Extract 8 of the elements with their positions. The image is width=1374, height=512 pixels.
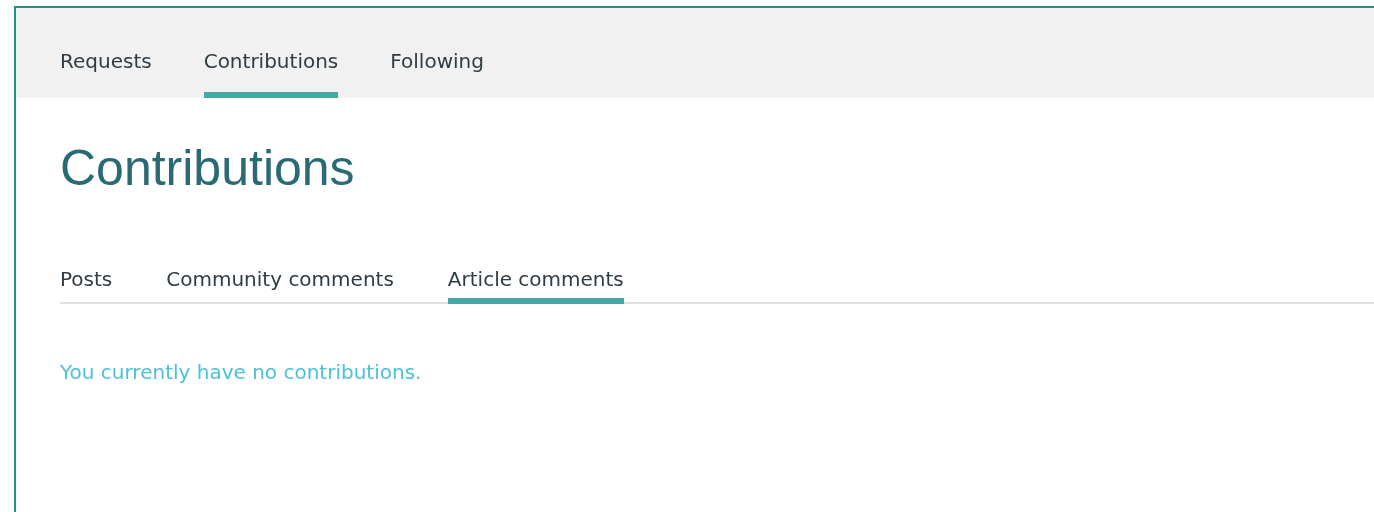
content-tab[interactable]: Article comments bbox=[447, 260, 624, 304]
page-title: Contributions bbox=[60, 139, 356, 198]
content-tab[interactable]: Community comments bbox=[166, 260, 394, 304]
empty-message: You currently have no contributions. bbox=[60, 360, 423, 384]
content-tab[interactable]: Posts bbox=[60, 260, 113, 304]
nav-tab[interactable]: Following bbox=[390, 8, 484, 98]
nav-tab[interactable]: Requests bbox=[60, 8, 152, 98]
nav-tab[interactable]: Contributions bbox=[203, 8, 339, 98]
